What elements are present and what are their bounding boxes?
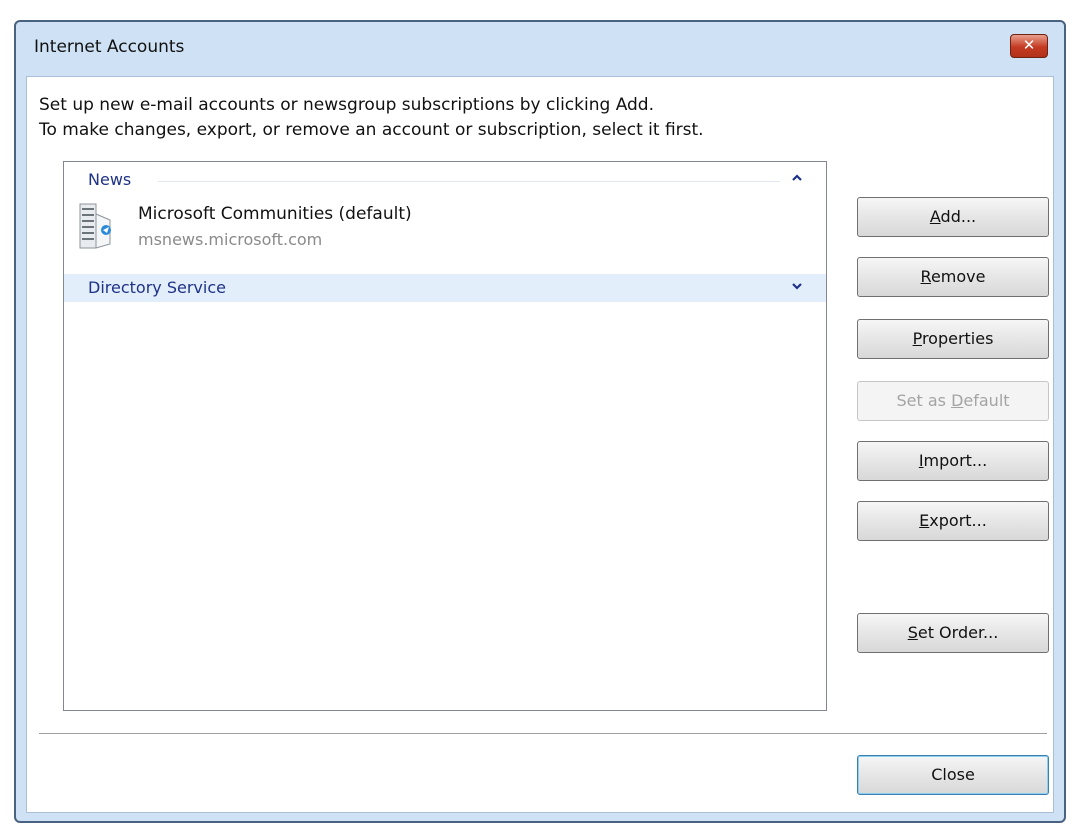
internet-accounts-dialog: Internet Accounts ✕ Set up new e-mail ac…	[14, 20, 1066, 823]
add-label-post: dd...	[940, 207, 977, 226]
set-order-label-accel: S	[907, 623, 918, 642]
close-label: Close	[931, 765, 975, 784]
set-as-default-button[interactable]: Set as Default	[857, 381, 1049, 421]
account-list[interactable]: News Microsoft Communities (default) msn…	[63, 161, 827, 711]
account-server: msnews.microsoft.com	[138, 230, 323, 249]
group-label-news: News	[88, 170, 132, 189]
account-name: Microsoft Communities (default)	[138, 204, 412, 224]
properties-label-post: roperties	[921, 329, 994, 348]
properties-button[interactable]: Properties	[857, 319, 1049, 359]
remove-button[interactable]: Remove	[857, 257, 1049, 297]
close-icon: ✕	[1022, 36, 1036, 54]
instructions-text: Set up new e-mail accounts or newsgroup …	[39, 93, 704, 143]
chevron-up-icon[interactable]	[790, 171, 804, 185]
group-divider	[158, 181, 780, 182]
dialog-body: Set up new e-mail accounts or newsgroup …	[26, 76, 1054, 813]
title-bar[interactable]: Internet Accounts ✕	[16, 22, 1064, 76]
list-item-account[interactable]: Microsoft Communities (default) msnews.m…	[64, 198, 826, 254]
window-close-button[interactable]: ✕	[1010, 34, 1048, 58]
import-label-post: mport...	[923, 451, 988, 470]
close-button[interactable]: Close	[857, 755, 1049, 795]
export-label-post: xport...	[929, 511, 987, 530]
footer-separator	[39, 733, 1047, 735]
instructions-line-1: Set up new e-mail accounts or newsgroup …	[39, 95, 655, 115]
set-default-label-accel: D	[951, 391, 964, 410]
import-button[interactable]: Import...	[857, 441, 1049, 481]
export-button[interactable]: Export...	[857, 501, 1049, 541]
group-header-news[interactable]: News	[64, 166, 826, 194]
set-order-label-post: et Order...	[917, 623, 999, 642]
set-default-label-post: efault	[963, 391, 1010, 410]
export-label-accel: E	[919, 511, 930, 530]
set-order-button[interactable]: Set Order...	[857, 613, 1049, 653]
add-button[interactable]: Add...	[857, 197, 1049, 237]
group-header-directory-service[interactable]: Directory Service	[64, 274, 826, 302]
news-server-icon	[79, 203, 111, 249]
group-label-directory-service: Directory Service	[88, 278, 226, 297]
properties-label-accel: P	[912, 329, 922, 348]
remove-label-post: emove	[930, 267, 986, 286]
instructions-line-2: To make changes, export, or remove an ac…	[39, 120, 704, 140]
remove-label-accel: R	[920, 267, 931, 286]
set-default-label-pre: Set as	[896, 391, 952, 410]
window-title: Internet Accounts	[34, 37, 185, 57]
add-label-accel: A	[929, 207, 941, 226]
chevron-down-icon[interactable]	[790, 279, 804, 293]
